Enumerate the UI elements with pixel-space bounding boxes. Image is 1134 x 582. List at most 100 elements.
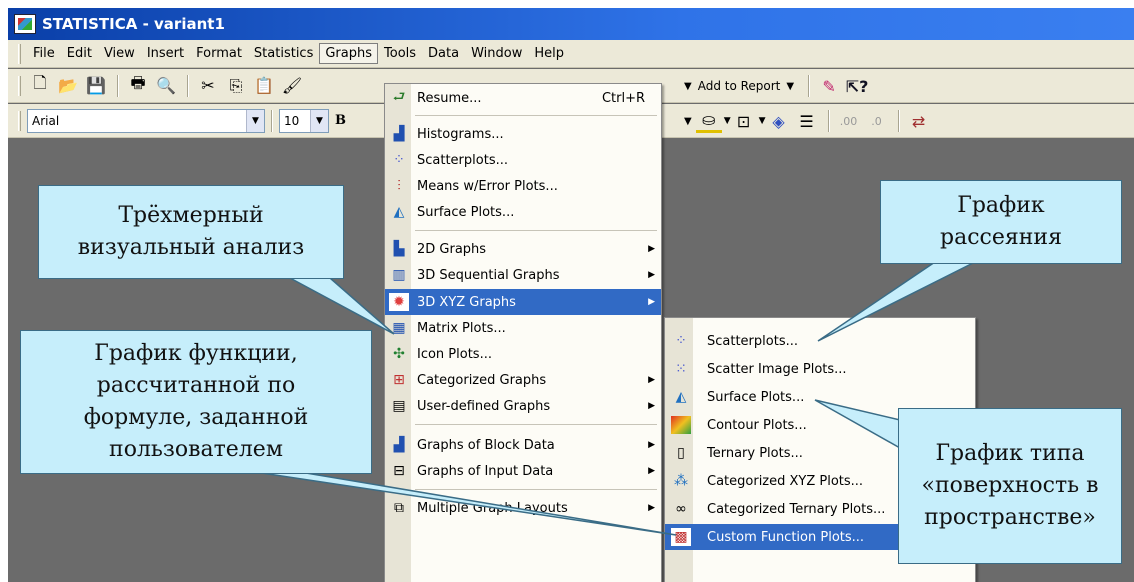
menu-item-histograms[interactable]: ▟ Histograms... — [385, 121, 661, 147]
dropdown-arrow-icon[interactable]: ▼ — [724, 116, 731, 126]
menu-file[interactable]: File — [27, 43, 61, 64]
submenu-item-surface[interactable]: ◭ Surface Plots... — [665, 384, 975, 410]
resume-shortcut: Ctrl+R — [601, 90, 645, 106]
menu-format[interactable]: Format — [190, 43, 248, 64]
icon-plots-label: Icon Plots... — [417, 346, 492, 362]
3d-sequential-label: 3D Sequential Graphs — [417, 267, 560, 283]
menu-insert[interactable]: Insert — [141, 43, 190, 64]
statistica-link-icon[interactable]: ✎ — [816, 74, 842, 98]
menu-item-means-error[interactable]: ⫶ Means w/Error Plots... — [385, 173, 661, 199]
decrease-decimal-icon[interactable]: .0 — [864, 109, 890, 133]
menu-item-block-data[interactable]: ▟ Graphs of Block Data ▶ — [385, 432, 661, 458]
submenu-arrow-icon: ▶ — [648, 503, 655, 513]
window-title: STATISTICA - variant1 — [42, 15, 225, 33]
menu-item-surface[interactable]: ◭ Surface Plots... — [385, 199, 661, 225]
histograms-label: Histograms... — [417, 126, 504, 142]
fill-color-icon[interactable]: ⛀ — [695, 109, 722, 133]
menu-item-categorized[interactable]: ⊞ Categorized Graphs ▶ — [385, 367, 661, 393]
title-bar: STATISTICA - variant1 — [8, 8, 1134, 40]
menu-separator — [415, 115, 657, 116]
xyz-ternary-label: Ternary Plots... — [707, 445, 803, 461]
menu-item-icon-plots[interactable]: ✣ Icon Plots... — [385, 341, 661, 367]
paste-icon[interactable]: 📋 — [251, 74, 277, 98]
dropdown-arrow-icon[interactable]: ▼ — [759, 116, 766, 126]
means-error-label: Means w/Error Plots... — [417, 178, 558, 194]
print-icon[interactable]: 🖶 — [125, 73, 151, 98]
cut-icon[interactable]: ✂ — [195, 74, 221, 98]
callout-surface-plot: График типа «поверхность в пространстве» — [898, 408, 1122, 564]
scatter-image-icon: ⁙ — [675, 361, 687, 377]
menu-item-2d-graphs[interactable]: ▙ 2D Graphs ▶ — [385, 236, 661, 262]
menu-view[interactable]: View — [98, 43, 141, 64]
add-to-report-button[interactable]: Add to Report — [698, 79, 781, 93]
menu-item-3d-sequential[interactable]: ▥ 3D Sequential Graphs ▶ — [385, 262, 661, 288]
toolbar-separator — [271, 109, 273, 132]
text-direction-icon[interactable]: ⇄ — [906, 109, 932, 133]
menu-graphs[interactable]: Graphs — [319, 43, 379, 64]
menu-item-scatterplots[interactable]: ⁘ Scatterplots... — [385, 147, 661, 173]
menubar-grip[interactable] — [18, 43, 21, 64]
marker-icon[interactable]: ◈ — [766, 109, 792, 133]
open-folder-icon[interactable]: 📂 — [55, 74, 81, 98]
save-icon[interactable]: 💾 — [83, 74, 109, 98]
categorized-graph-icon: ⊞ — [393, 372, 405, 388]
submenu-arrow-icon: ▶ — [648, 244, 655, 254]
format-painter-icon[interactable]: 🖌 — [279, 74, 305, 98]
context-help-icon[interactable]: ⇱? — [844, 74, 870, 98]
submenu-arrow-icon: ▶ — [648, 297, 655, 307]
toolbar-grip[interactable] — [18, 75, 21, 96]
categorized-label: Categorized Graphs — [417, 372, 547, 388]
xyz-custom-function-label: Custom Function Plots... — [707, 529, 865, 545]
bold-button[interactable]: B — [335, 113, 346, 128]
menu-tools[interactable]: Tools — [378, 43, 422, 64]
input-data-label: Graphs of Input Data — [417, 463, 554, 479]
submenu-arrow-icon: ▶ — [648, 466, 655, 476]
menu-separator — [415, 230, 657, 231]
graph-3d-xyz-icon: ✹ — [389, 293, 409, 311]
menu-separator — [415, 489, 657, 490]
menu-item-resume[interactable]: ⮐ Resume... Ctrl+R — [385, 85, 661, 111]
menu-item-3d-xyz[interactable]: ✹ 3D XYZ Graphs ▶ — [385, 289, 661, 315]
xyz-surface-label: Surface Plots... — [707, 389, 805, 405]
new-document-icon[interactable]: 🗋 — [27, 73, 53, 98]
callout-3d-visual-analysis: Трёхмерный визуальный анализ — [38, 185, 344, 279]
increase-decimal-icon[interactable]: .00 — [836, 109, 862, 133]
font-size-select[interactable]: 10 ▼ — [279, 108, 329, 133]
print-preview-icon[interactable]: 🔍 — [153, 74, 179, 98]
menu-statistics[interactable]: Statistics — [248, 43, 319, 64]
menu-edit[interactable]: Edit — [61, 43, 98, 64]
submenu-item-scatterplots[interactable]: ⁘ Scatterplots... — [665, 328, 975, 354]
icon-plot-icon: ✣ — [393, 346, 405, 362]
menu-item-matrix[interactable]: ▦ Matrix Plots... — [385, 315, 661, 341]
menu-help[interactable]: Help — [528, 43, 570, 64]
borders-icon[interactable]: ⊡ — [731, 109, 757, 133]
categorized-ternary-icon: ∞ — [675, 501, 687, 517]
menu-item-multiple-layouts[interactable]: ⧉ Multiple Graph Layouts ▶ — [385, 495, 661, 521]
submenu-arrow-icon: ▶ — [648, 401, 655, 411]
matrix-plot-icon: ▦ — [392, 320, 406, 336]
means-error-icon: ⫶ — [397, 178, 401, 194]
toolbar-separator — [808, 75, 811, 97]
add-to-report-arrow-icon[interactable]: ▼ — [786, 81, 794, 92]
submenu-arrow-icon: ▶ — [648, 375, 655, 385]
font-name-value: Arial — [32, 113, 60, 128]
graphs-menu: ⮐ Resume... Ctrl+R ▟ Histograms... ⁘ Sca… — [384, 83, 662, 582]
dropdown-arrow-icon[interactable]: ▼ — [684, 81, 692, 92]
block-data-label: Graphs of Block Data — [417, 437, 555, 453]
dropdown-arrow-icon[interactable]: ▼ — [684, 116, 692, 127]
menu-item-user-defined[interactable]: ▤ User-defined Graphs ▶ — [385, 393, 661, 419]
menu-item-input-data[interactable]: ⊟ Graphs of Input Data ▶ — [385, 458, 661, 484]
scatterplot-3d-icon: ⁘ — [675, 333, 687, 349]
xyz-categorized-ternary-label: Categorized Ternary Plots... — [707, 501, 886, 517]
grid-icon[interactable]: ☰ — [794, 109, 820, 133]
toolbar-grip[interactable] — [18, 110, 21, 131]
chevron-down-icon[interactable]: ▼ — [246, 109, 264, 132]
menu-window[interactable]: Window — [465, 43, 528, 64]
multiple-layouts-label: Multiple Graph Layouts — [417, 500, 568, 516]
xyz-categorized-label: Categorized XYZ Plots... — [707, 473, 864, 489]
menu-data[interactable]: Data — [422, 43, 465, 64]
font-name-select[interactable]: Arial ▼ — [27, 108, 265, 133]
copy-icon[interactable]: ⎘ — [223, 74, 249, 98]
submenu-item-scatter-image[interactable]: ⁙ Scatter Image Plots... — [665, 356, 975, 382]
chevron-down-icon[interactable]: ▼ — [310, 109, 328, 132]
